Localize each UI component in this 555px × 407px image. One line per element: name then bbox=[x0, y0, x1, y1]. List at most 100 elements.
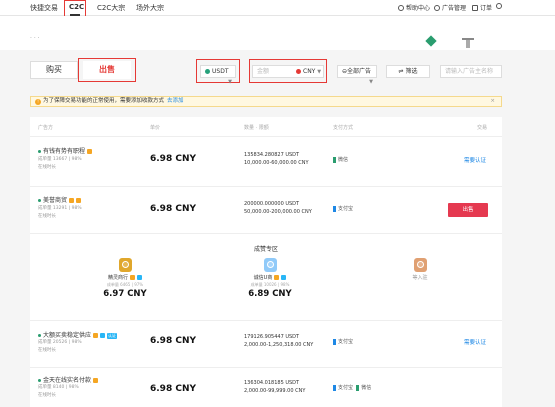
merchant-badge-icon bbox=[93, 378, 99, 383]
usdt-icon bbox=[205, 69, 210, 74]
col-advertiser: 广告方 bbox=[38, 125, 54, 131]
ad-table: 广告方 单价 数量 · 限额 支付方式 交易 有钱有势有职程 成单量 13667… bbox=[30, 117, 502, 407]
orders-link[interactable]: 订单 bbox=[472, 3, 492, 12]
top-nav: 快捷交易 C2C C2C大宗 场外大宗 帮助中心 广告管理 订单 bbox=[0, 0, 555, 24]
bronze-medal-icon bbox=[413, 258, 427, 272]
merchant-badge-icon bbox=[130, 275, 135, 280]
chevron-down-icon: ▼ bbox=[369, 79, 373, 85]
warning-icon: ! bbox=[35, 99, 41, 105]
nav-quick-trade[interactable]: 快捷交易 bbox=[30, 3, 58, 13]
featured-price: 6.89 CNY bbox=[248, 289, 292, 299]
notice-bar: ! 为了保障交易功能的正常使用，需要添加收款方式 去添加 × bbox=[30, 96, 502, 107]
nav-c2c-bulk[interactable]: C2C大宗 bbox=[97, 3, 125, 13]
ad-type-select[interactable]: ⊖全部广告 ▼ bbox=[337, 65, 377, 85]
advertiser-online: 在线时长 bbox=[38, 348, 56, 353]
alipay-icon bbox=[333, 205, 336, 212]
advertiser-online: 在线时长 bbox=[38, 214, 56, 219]
diamond-icon bbox=[425, 35, 437, 47]
col-qty-limit: 数量 · 限额 bbox=[244, 125, 269, 131]
pillar-icon bbox=[462, 38, 474, 48]
featured-name: 等入驻 bbox=[412, 275, 428, 281]
featured-name: 诚信U商 bbox=[230, 274, 310, 281]
gold-medal-icon bbox=[118, 258, 132, 272]
verified-badge-icon bbox=[100, 333, 106, 338]
col-trade: 交易 bbox=[477, 125, 488, 131]
notice-text: 为了保障交易功能的正常使用，需要添加收款方式 bbox=[43, 98, 165, 104]
featured-card[interactable]: 精灵商行 成单量 6465 | 97% 6.97 CNY bbox=[85, 258, 165, 299]
help-icon bbox=[398, 4, 404, 11]
verify-required-link[interactable]: 需要认证 bbox=[464, 156, 486, 164]
close-icon[interactable]: × bbox=[490, 97, 495, 106]
alipay-icon bbox=[333, 338, 336, 345]
table-row: 大额买卖稳定供应 认证 成单量 20526 | 98% 在线时长 6.98 CNY… bbox=[30, 321, 502, 368]
filter-button[interactable]: ⇌ 筛选 bbox=[386, 65, 430, 78]
advertiser-stats: 成单量 8140 | 98% bbox=[38, 385, 79, 390]
chevron-down-icon: ▼ bbox=[228, 79, 232, 85]
ad-quantity: 200000.000000 USDT bbox=[244, 201, 300, 207]
table-row: 有钱有势有职程 成单量 13667 | 98% 在线时长 6.98 CNY 13… bbox=[30, 137, 502, 187]
controls-bar: 购买 出售 USDT ▼ 金额 CNY ▼ ⊖全部广告 ▼ ⇌ 筛选 请输入广告主名… bbox=[0, 50, 555, 90]
col-payment: 支付方式 bbox=[333, 125, 354, 131]
verify-required-link[interactable]: 需要认证 bbox=[464, 338, 486, 346]
merchant-badge-icon bbox=[87, 149, 93, 154]
advertiser-stats: 成单量 13667 | 98% bbox=[38, 157, 82, 162]
advertiser-name[interactable]: 大额买卖稳定供应 认证 bbox=[38, 330, 118, 339]
advertiser-online: 在线时长 bbox=[38, 393, 56, 398]
ad-limit: 50,000.00-200,000.00 CNY bbox=[244, 209, 312, 215]
featured-title: 成赞专区 bbox=[253, 246, 278, 253]
header-band: · · · bbox=[0, 16, 555, 50]
featured-zone: 成赞专区 精灵商行 成单量 6465 | 97% 6.97 CNY 诚信U商 成… bbox=[30, 234, 502, 321]
payment-method: 支付宝 bbox=[333, 338, 353, 345]
payment-method: 微信 bbox=[333, 156, 348, 163]
gear-icon bbox=[496, 3, 502, 9]
alipay-icon bbox=[333, 384, 336, 391]
payment-method: 支付宝 微信 bbox=[333, 384, 371, 391]
add-payment-link[interactable]: 去添加 bbox=[167, 98, 184, 104]
amount-input[interactable]: 金额 bbox=[257, 68, 269, 75]
advertiser-stats: 成单量 20526 | 98% bbox=[38, 340, 82, 345]
cny-icon bbox=[296, 69, 301, 74]
buy-tab[interactable]: 购买 bbox=[30, 61, 78, 79]
merchant-badge-icon bbox=[274, 275, 280, 280]
ad-price: 6.98 CNY bbox=[150, 384, 196, 394]
advertiser-name[interactable]: 金天在线实名付款 bbox=[38, 375, 99, 384]
sell-button[interactable]: 出售 bbox=[448, 203, 488, 217]
featured-name: 精灵商行 bbox=[85, 274, 165, 281]
featured-price: 6.97 CNY bbox=[103, 289, 147, 299]
advertiser-stats: 成单量 13291 | 98% bbox=[38, 206, 82, 211]
ad-manage-link[interactable]: 广告管理 bbox=[434, 3, 466, 12]
ad-quantity: 135834.280827 USDT bbox=[244, 152, 300, 158]
verified-badge-icon bbox=[137, 275, 142, 280]
featured-stats: 成单量 10026 | 98% bbox=[250, 282, 290, 287]
table-header: 广告方 单价 数量 · 限额 支付方式 交易 bbox=[30, 117, 502, 137]
ad-limit: 10,000.00-60,000.00 CNY bbox=[244, 160, 309, 166]
advertiser-name[interactable]: 有钱有势有职程 bbox=[38, 146, 93, 155]
merchant-badge-icon bbox=[93, 333, 99, 338]
featured-card-empty[interactable]: 等入驻 bbox=[380, 258, 460, 281]
header-dots: · · · bbox=[30, 35, 40, 42]
advertiser-search-input[interactable]: 请输入广告主名称 bbox=[440, 65, 502, 78]
nav-otc-bulk[interactable]: 场外大宗 bbox=[136, 3, 164, 13]
sell-tab[interactable]: 出售 bbox=[83, 61, 131, 79]
ad-price: 6.98 CNY bbox=[150, 204, 196, 214]
merchant-badge-icon bbox=[76, 198, 82, 203]
coin-select[interactable]: USDT ▼ bbox=[200, 65, 236, 85]
ad-quantity: 136304.018185 USDT bbox=[244, 380, 300, 386]
orders-icon bbox=[472, 4, 478, 11]
filter-icon: ⇌ bbox=[398, 68, 404, 75]
silver-medal-icon bbox=[263, 258, 277, 272]
featured-stats: 成单量 6465 | 97% bbox=[106, 282, 144, 287]
settings-button[interactable] bbox=[496, 3, 502, 9]
ad-limit: 2,000.00-1,250,318.00 CNY bbox=[244, 342, 314, 348]
ad-manage-icon bbox=[434, 4, 440, 11]
ad-price: 6.98 CNY bbox=[150, 336, 196, 346]
currency-select[interactable]: CNY ▼ bbox=[296, 66, 321, 78]
ad-quantity: 179126.905447 USDT bbox=[244, 334, 300, 340]
certified-badge: 认证 bbox=[107, 332, 118, 339]
amount-currency-field[interactable]: 金额 CNY ▼ bbox=[252, 65, 324, 78]
col-price: 单价 bbox=[150, 125, 161, 131]
featured-card[interactable]: 诚信U商 成单量 10026 | 98% 6.89 CNY bbox=[230, 258, 310, 299]
help-center-link[interactable]: 帮助中心 bbox=[398, 3, 430, 12]
payment-method: 支付宝 bbox=[333, 205, 353, 212]
advertiser-name[interactable]: 美誉商贸 bbox=[38, 195, 82, 204]
